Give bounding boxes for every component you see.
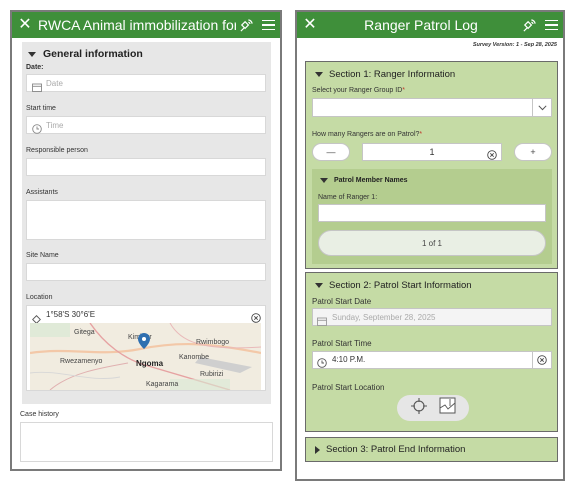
start-time-label: Patrol Start Time bbox=[312, 339, 372, 348]
rangers-count-input[interactable]: 1 bbox=[362, 143, 502, 161]
calendar-icon bbox=[317, 313, 327, 331]
map-pin-icon bbox=[138, 333, 150, 358]
site-name-label: Site Name bbox=[26, 252, 59, 259]
satellite-icon[interactable] bbox=[519, 12, 539, 38]
section-patrol-end: Section 3: Patrol End Information bbox=[305, 437, 558, 462]
collapse-icon bbox=[315, 283, 323, 288]
menu-icon[interactable] bbox=[256, 12, 280, 38]
start-location-label: Patrol Start Location bbox=[312, 383, 385, 392]
section-2-title: Section 2: Patrol Start Information bbox=[329, 280, 472, 291]
assistants-textarea[interactable] bbox=[26, 200, 266, 240]
case-history-textarea[interactable] bbox=[20, 422, 273, 462]
clock-icon bbox=[32, 121, 42, 139]
decrement-button[interactable]: — bbox=[312, 143, 350, 161]
collapse-icon bbox=[320, 178, 328, 183]
clock-icon bbox=[317, 355, 327, 373]
map-label-rwezamenyo: Rwezamenyo bbox=[60, 358, 103, 365]
start-date-label: Patrol Start Date bbox=[312, 297, 372, 306]
map-label-kagarama: Kagarama bbox=[146, 381, 179, 388]
rangers-count-label: How many Rangers are on Patrol?* bbox=[312, 131, 423, 138]
date-field[interactable]: Date bbox=[26, 74, 266, 92]
ranger-name-input[interactable] bbox=[318, 204, 546, 222]
location-map[interactable]: Gitega Kimihur Rwimbogo Rwezamenyo Ngoma… bbox=[30, 323, 261, 390]
ranger-name-label: Name of Ranger 1: bbox=[318, 194, 378, 201]
group-title: General information bbox=[43, 48, 143, 60]
increment-button[interactable]: + bbox=[514, 143, 552, 161]
expand-icon bbox=[315, 445, 320, 454]
start-time-field[interactable]: 4:10 P.M. bbox=[312, 351, 552, 369]
collapse-icon bbox=[315, 72, 323, 77]
start-date-field[interactable]: Sunday, September 28, 2025 bbox=[312, 308, 552, 326]
section-1-title: Section 1: Ranger Information bbox=[329, 69, 456, 80]
app-header: ✕ RWCA Animal immobilization form bbox=[12, 12, 280, 38]
location-label: Location bbox=[26, 294, 53, 301]
map-label-rwimbogo: Rwimbogo bbox=[196, 339, 230, 346]
date-placeholder: Date bbox=[46, 79, 63, 88]
calendar-icon bbox=[32, 79, 42, 97]
group-id-label: Select your Ranger Group ID* bbox=[312, 87, 405, 94]
close-icon[interactable]: ✕ bbox=[12, 12, 38, 38]
chevron-down-icon[interactable] bbox=[532, 99, 551, 116]
section-patrol-start: Section 2: Patrol Start Information Patr… bbox=[305, 272, 558, 432]
patrol-member-names-group: Patrol Member Names Name of Ranger 1: 1 … bbox=[312, 169, 552, 264]
gps-icon[interactable] bbox=[410, 397, 428, 420]
section-2-header[interactable]: Section 2: Patrol Start Information bbox=[315, 280, 472, 291]
case-history-label: Case history bbox=[20, 411, 59, 418]
ranger-patrol-screen: ✕ Ranger Patrol Log Survey Version: 1 - … bbox=[295, 10, 565, 481]
start-time-value: 4:10 P.M. bbox=[332, 355, 366, 364]
date-label: Date: bbox=[26, 64, 44, 71]
map-icon[interactable] bbox=[439, 397, 456, 419]
map-label-gitega: Gitega bbox=[74, 329, 95, 336]
section-3-title: Section 3: Patrol End Information bbox=[326, 444, 466, 455]
start-time-field[interactable]: Time bbox=[26, 116, 266, 134]
map-label-ngoma: Ngoma bbox=[136, 359, 164, 368]
rangers-count-value: 1 bbox=[429, 147, 435, 157]
satellite-icon[interactable] bbox=[236, 12, 256, 38]
repeat-header[interactable]: Patrol Member Names bbox=[320, 177, 408, 184]
survey-version: Survey Version: 1 - Sep 28, 2025 bbox=[472, 42, 557, 48]
start-time-label: Start time bbox=[26, 105, 56, 112]
start-date-value: Sunday, September 28, 2025 bbox=[332, 313, 436, 322]
group-header[interactable]: General information bbox=[28, 48, 143, 60]
app-header: ✕ Ranger Patrol Log bbox=[297, 12, 563, 38]
section-1-header[interactable]: Section 1: Ranger Information bbox=[315, 69, 455, 80]
menu-icon[interactable] bbox=[539, 12, 563, 38]
section-3-header[interactable]: Section 3: Patrol End Information bbox=[315, 444, 465, 455]
repeat-pager[interactable]: 1 of 1 bbox=[318, 230, 546, 256]
time-placeholder: Time bbox=[46, 121, 64, 130]
site-name-input[interactable] bbox=[26, 263, 266, 281]
clear-icon[interactable] bbox=[532, 352, 551, 368]
section-ranger-information: Section 1: Ranger Information Select you… bbox=[305, 61, 558, 269]
close-icon[interactable]: ✕ bbox=[297, 12, 323, 38]
clear-icon[interactable] bbox=[487, 147, 497, 165]
form-title: RWCA Animal immobilization form bbox=[38, 17, 236, 33]
responsible-person-label: Responsible person bbox=[26, 147, 88, 154]
location-value: 1°58'S 30°6'E bbox=[46, 310, 96, 319]
collapse-icon bbox=[28, 51, 36, 57]
assistants-label: Assistants bbox=[26, 189, 58, 196]
ranger-group-select[interactable] bbox=[312, 98, 552, 117]
form-title: Ranger Patrol Log bbox=[364, 17, 478, 33]
location-picker bbox=[397, 395, 469, 421]
map-label-kanombe: Kanombe bbox=[179, 354, 209, 361]
responsible-person-input[interactable] bbox=[26, 158, 266, 176]
immobilization-form-screen: ✕ RWCA Animal immobilization form Genera… bbox=[10, 10, 282, 471]
map-label-rubirizi: Rubirizi bbox=[200, 371, 224, 378]
repeat-title: Patrol Member Names bbox=[334, 177, 408, 184]
